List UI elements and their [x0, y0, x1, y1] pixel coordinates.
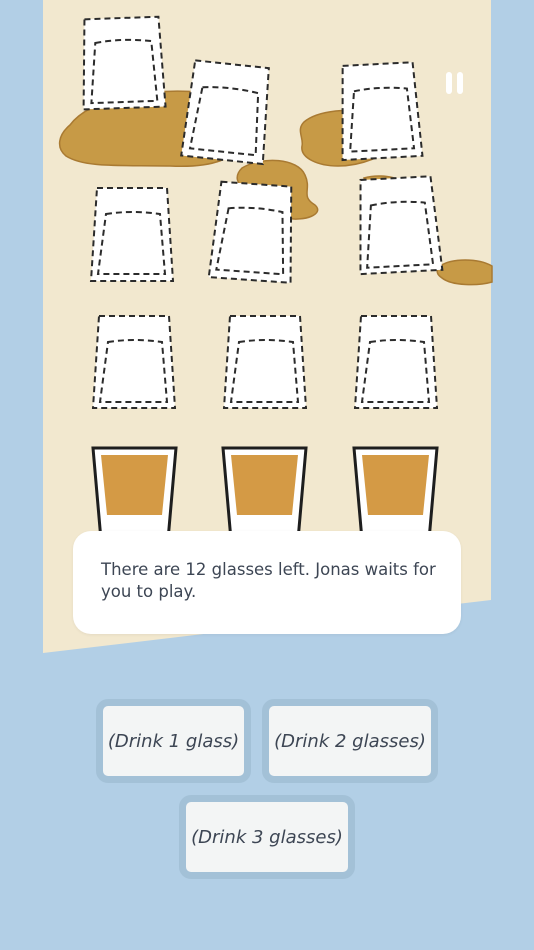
empty-glass [180, 59, 270, 166]
empty-glass [353, 315, 439, 409]
drink-3-glasses-button[interactable]: (Drink 3 glasses) [179, 795, 355, 879]
full-glass [352, 446, 439, 542]
dialog-box: There are 12 glasses left. Jonas waits f… [73, 531, 461, 634]
empty-glass [82, 15, 167, 111]
empty-glass [341, 61, 424, 162]
full-glass [91, 446, 178, 542]
drink-1-glass-button[interactable]: (Drink 1 glass) [96, 699, 251, 783]
empty-glass [359, 175, 444, 276]
empty-glass [91, 315, 177, 409]
empty-glass [207, 180, 293, 284]
drink-2-glasses-button[interactable]: (Drink 2 glasses) [262, 699, 438, 783]
empty-glasses [82, 15, 444, 409]
full-glass [221, 446, 308, 542]
full-glasses [91, 446, 439, 542]
pause-icon [446, 72, 452, 94]
empty-glass [89, 187, 175, 282]
pause-button[interactable] [440, 68, 470, 100]
empty-glass [222, 315, 308, 409]
pause-icon-bar [457, 72, 463, 94]
dialog-text: There are 12 glasses left. Jonas waits f… [101, 560, 436, 601]
